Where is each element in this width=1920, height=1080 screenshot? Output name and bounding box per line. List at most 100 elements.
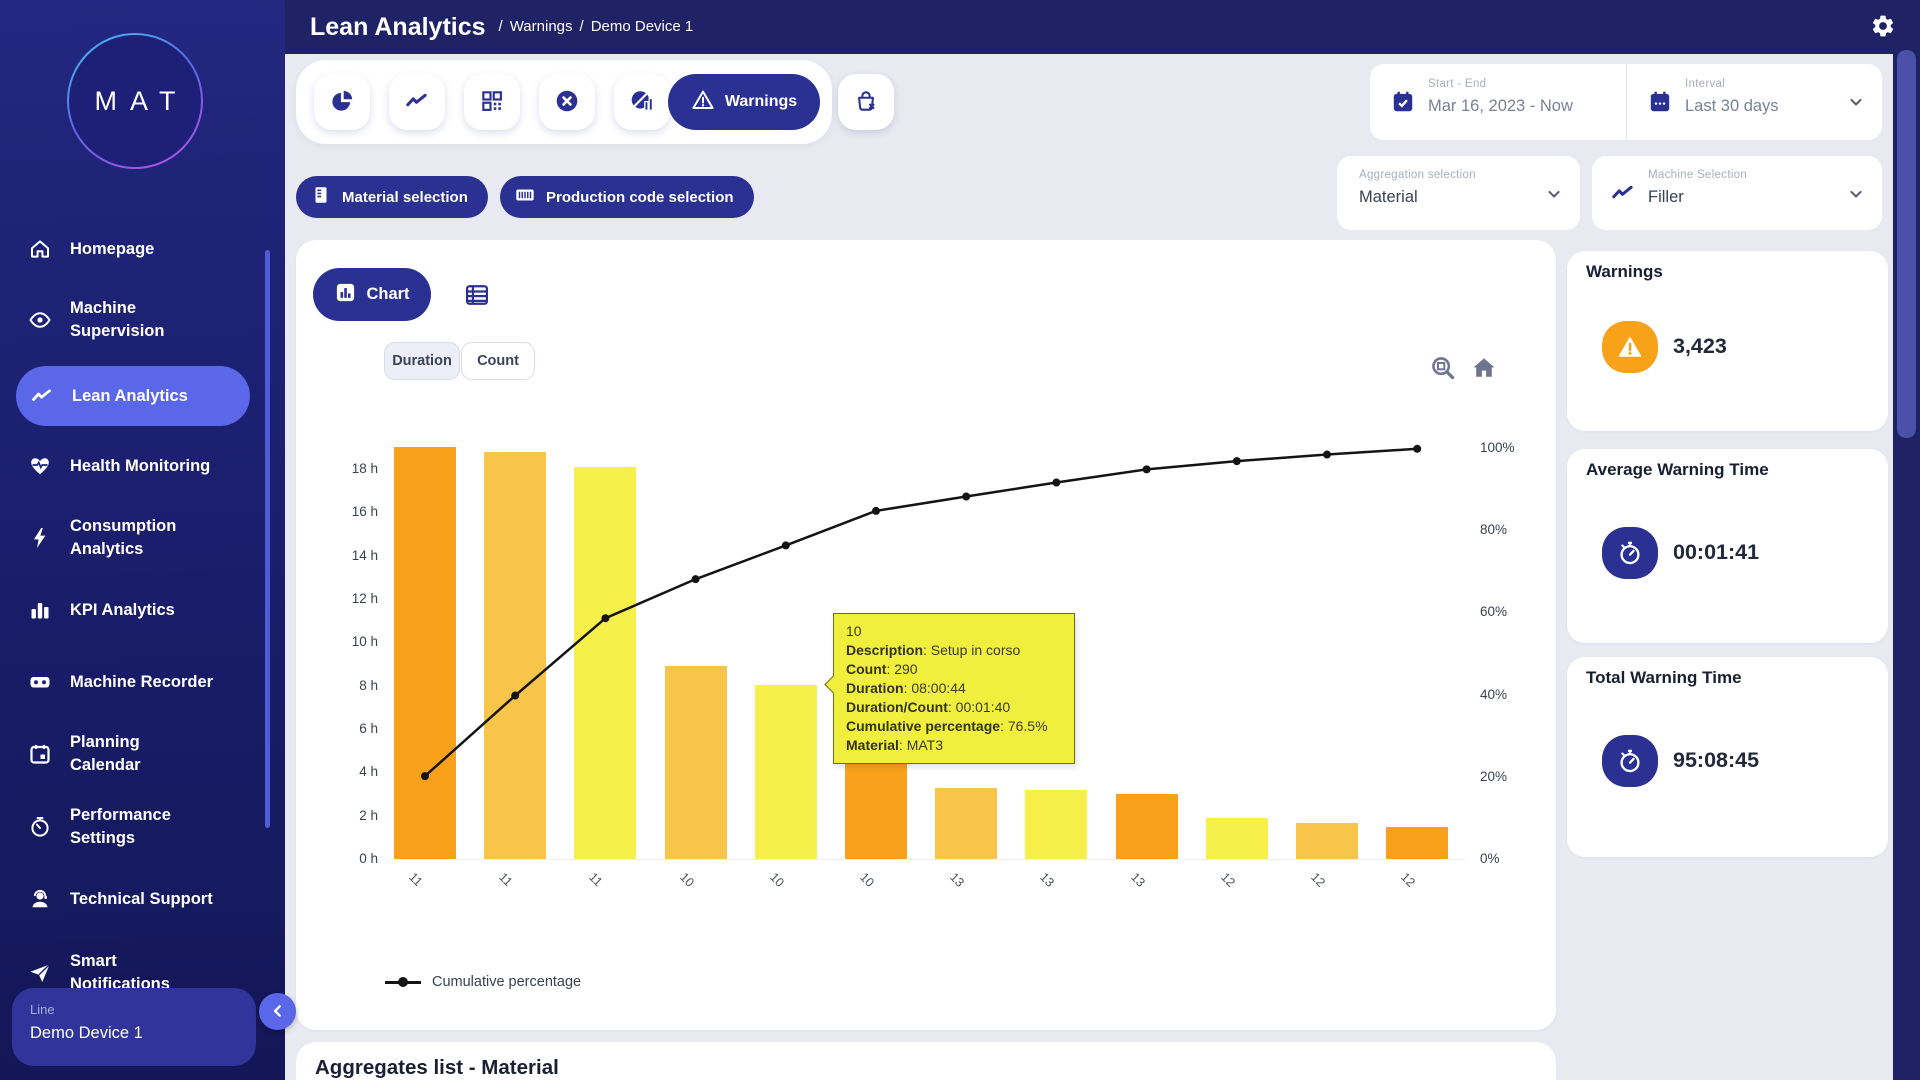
zoom-select-icon [1429,370,1457,385]
tab-chart[interactable]: Chart [313,268,431,321]
sidebar-item-label: Performance Settings [70,804,190,850]
y-right-tick: 0% [1480,851,1500,866]
bag-x-icon [853,102,879,117]
sidebar-item-label: Lean Analytics [72,385,240,408]
sidebar-item-label: Homepage [70,238,238,261]
device-panel-label: Line [30,1002,256,1017]
device-panel-value: Demo Device 1 [30,1024,256,1043]
zoom-select-button[interactable] [1429,354,1457,382]
sidebar-item-kpi-analytics[interactable]: KPI Analytics [28,598,238,622]
sidebar-item-consumption-analytics[interactable]: Consumption Analytics [28,515,190,561]
tooltip-row-duration-count: Duration/Count: 00:01:40 [846,698,1062,717]
heart-pulse-icon [28,454,52,478]
material-selection-button[interactable]: Material selection [296,176,488,218]
chart-slash-icon [629,102,655,117]
y-left-tick: 10 h [300,634,378,649]
breadcrumb: Lean Analytics /Warnings/Demo Device 1 [310,13,693,42]
bag-x-button[interactable] [838,74,894,130]
chart-legend[interactable]: Cumulative percentage [385,972,581,992]
trend-button[interactable] [389,74,445,130]
kpi-title: Total Warning Time [1586,668,1742,688]
warning-triangle-icon [691,88,715,117]
home-icon [28,237,52,261]
kpi-column: Warnings 3,423 Average Warning Time 00:01:4… [1567,0,1888,1080]
top-header: Lean Analytics /Warnings/Demo Device 1 [285,0,1920,54]
y-right-tick: 80% [1480,522,1507,537]
gauge-icon [28,815,52,839]
reset-zoom-home-button[interactable] [1470,354,1498,382]
breadcrumb-item-warnings[interactable]: Warnings [510,18,573,35]
aggregates-card: Aggregates list - Material [296,1042,1556,1080]
page-title: Lean Analytics [310,13,486,42]
y-left-tick: 14 h [300,548,378,563]
bolt-icon [28,526,52,550]
start-end-label: Start - End [1428,78,1486,90]
kpi-card-total-warning-time: Total Warning Time 95:08:45 [1567,657,1888,857]
aggregation-label: Aggregation selection [1359,169,1476,181]
aggregation-value: Material [1359,188,1418,207]
tooltip-row-duration: Duration: 08:00:44 [846,679,1062,698]
production-code-selection-button[interactable]: Production code selection [500,176,754,218]
sidebar-item-label: Health Monitoring [70,455,238,478]
kpi-card-average-warning-time: Average Warning Time 00:01:41 [1567,449,1888,643]
stopwatch-icon [1602,527,1658,579]
sidebar-scrollbar[interactable] [265,250,270,828]
recorder-icon [28,670,52,694]
chart-slash-button[interactable] [614,74,670,130]
y-left-tick: 0 h [300,851,378,866]
calendar-icon [28,742,52,766]
sidebar-item-label: KPI Analytics [70,599,238,622]
tab-count[interactable]: Count [461,342,535,380]
table-icon [463,297,491,312]
aggregates-title: Aggregates list - Material [315,1056,559,1080]
tab-duration[interactable]: Duration [384,342,460,380]
sidebar-item-label: Technical Support [70,888,238,911]
tab-table-view[interactable] [462,281,492,311]
chart-tooltip: 10Description: Setup in corsoCount: 290D… [833,613,1075,764]
breadcrumb-item-demo-device-1[interactable]: Demo Device 1 [591,18,694,35]
warning-solid-icon [1602,321,1658,373]
legend-label: Cumulative percentage [432,974,581,990]
pie-chart-icon [329,102,355,117]
trend-icon [30,384,54,408]
chevron-left-icon [268,1009,288,1024]
y-axis-right: 0%20%40%60%80%100% [1480,440,1540,860]
sidebar-item-planning-calendar[interactable]: Planning Calendar [28,731,190,777]
kpi-value: 3,423 [1673,334,1727,359]
stopwatch-icon [1602,735,1658,787]
sidebar-item-label: Machine Supervision [70,297,190,343]
aggregation-selection-dropdown[interactable]: Aggregation selection Material [1337,156,1580,230]
device-panel[interactable]: Line Demo Device 1 [12,988,256,1066]
sidebar-item-label: Planning Calendar [70,731,190,777]
y-right-tick: 100% [1480,440,1515,455]
send-icon [28,961,52,985]
sidebar-item-health-monitoring[interactable]: Health Monitoring [28,454,238,478]
qr-grid-button[interactable] [464,74,520,130]
x-circle-button[interactable] [539,74,595,130]
page-scrollbar-thumb[interactable] [1897,50,1916,438]
pie-chart-button[interactable] [314,74,370,130]
sidebar-item-label: Consumption Analytics [70,515,190,561]
sidebar-item-machine-supervision[interactable]: Machine Supervision [28,297,190,343]
sidebar-item-machine-recorder[interactable]: Machine Recorder [28,670,238,694]
tooltip-title: 10 [846,622,1062,641]
calendar-check-icon [1390,89,1416,115]
y-left-tick: 6 h [300,721,378,736]
kpi-value: 95:08:45 [1673,748,1759,773]
sidebar-item-homepage[interactable]: Homepage [28,237,238,261]
kpi-title: Warnings [1586,262,1663,282]
breadcrumb-items: /Warnings/Demo Device 1 [492,18,694,36]
kpi-title: Average Warning Time [1586,460,1769,480]
page-scrollbar-track [1893,0,1920,1080]
start-end-value: Mar 16, 2023 - Now [1428,97,1573,116]
sidebar-item-lean-analytics[interactable]: Lean Analytics [16,366,250,426]
breadcrumb-separator: / [580,18,584,35]
sidebar-item-performance-settings[interactable]: Performance Settings [28,804,190,850]
y-axis-left: 0 h2 h4 h6 h8 h10 h12 h14 h16 h18 h [300,440,378,860]
kpi-value: 00:01:41 [1673,540,1759,565]
tooltip-row-material: Material: MAT3 [846,736,1062,755]
y-right-tick: 60% [1480,604,1507,619]
sidebar-collapse-button[interactable] [259,993,296,1030]
tab-warnings[interactable]: Warnings [668,74,820,130]
sidebar-item-technical-support[interactable]: Technical Support [28,887,238,911]
